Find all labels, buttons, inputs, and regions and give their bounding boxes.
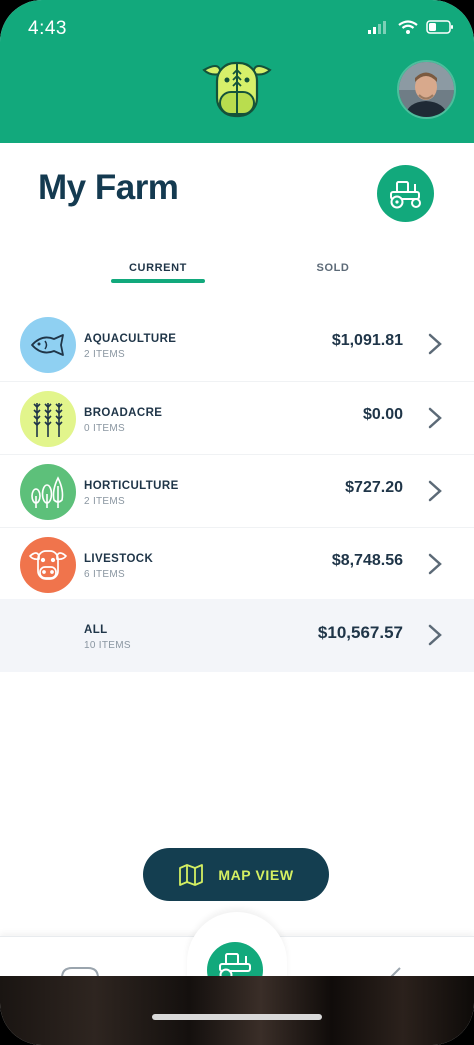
category-count: 0 ITEMS [84, 423, 125, 434]
home-indicator[interactable] [152, 1014, 322, 1020]
map-view-label: MAP VIEW [218, 866, 294, 883]
category-count: 2 ITEMS [84, 496, 125, 507]
category-row-livestock[interactable]: LIVESTOCK 6 ITEMS $8,748.56 [0, 527, 474, 601]
chevron-right-icon [428, 553, 442, 575]
tractor-icon [389, 180, 421, 208]
category-row-all[interactable]: ALL 10 ITEMS $10,567.57 [0, 599, 474, 672]
category-count: 6 ITEMS [84, 569, 125, 580]
category-value: $0.00 [362, 406, 403, 423]
category-name: BROADACRE [84, 407, 163, 419]
category-name: AQUACULTURE [84, 333, 177, 345]
app-screen: 4:43 My Farm CURRENT SOLD AQUACULTURE 2 … [0, 0, 474, 1045]
chevron-right-icon [428, 407, 442, 429]
tractor-button[interactable] [377, 165, 434, 222]
category-row-broadacre[interactable]: BROADACRE 0 ITEMS $0.00 [0, 381, 474, 455]
wifi-icon [398, 20, 418, 34]
tab-sold[interactable]: SOLD [286, 262, 380, 274]
wheat-icon [20, 391, 76, 447]
total-value: $10,567.57 [317, 623, 403, 642]
category-name: LIVESTOCK [84, 553, 154, 565]
map-view-button[interactable]: MAP VIEW [143, 848, 329, 901]
page-title: My Farm [38, 168, 179, 207]
category-value: $8,748.56 [331, 552, 403, 569]
category-value: $1,091.81 [331, 332, 403, 349]
fish-icon [20, 317, 76, 373]
category-row-horticulture[interactable]: HORTICULTURE 2 ITEMS $727.20 [0, 454, 474, 528]
category-name: HORTICULTURE [84, 480, 179, 492]
app-header: 4:43 [0, 0, 474, 143]
signal-icon [368, 21, 386, 34]
map-icon [179, 863, 204, 886]
category-value: $727.20 [345, 479, 403, 496]
background-photo-strip [0, 976, 474, 1045]
status-icons [368, 20, 454, 34]
cow-icon [20, 537, 76, 593]
category-row-aquaculture[interactable]: AQUACULTURE 2 ITEMS $1,091.81 [0, 308, 474, 381]
battery-icon [426, 20, 453, 34]
chevron-right-icon [428, 480, 442, 502]
tab-current[interactable]: CURRENT [111, 262, 205, 274]
category-count: 2 ITEMS [84, 349, 125, 360]
cow-wheat-logo-icon [202, 61, 272, 118]
chevron-right-icon [428, 333, 442, 355]
status-time: 4:43 [28, 18, 67, 39]
avatar-photo [399, 62, 454, 117]
total-name: ALL [84, 624, 108, 636]
total-count: 10 ITEMS [84, 640, 131, 651]
trees-icon [20, 464, 76, 520]
chevron-right-icon [428, 624, 442, 646]
active-tab-indicator [111, 279, 205, 283]
user-avatar[interactable] [397, 60, 456, 119]
